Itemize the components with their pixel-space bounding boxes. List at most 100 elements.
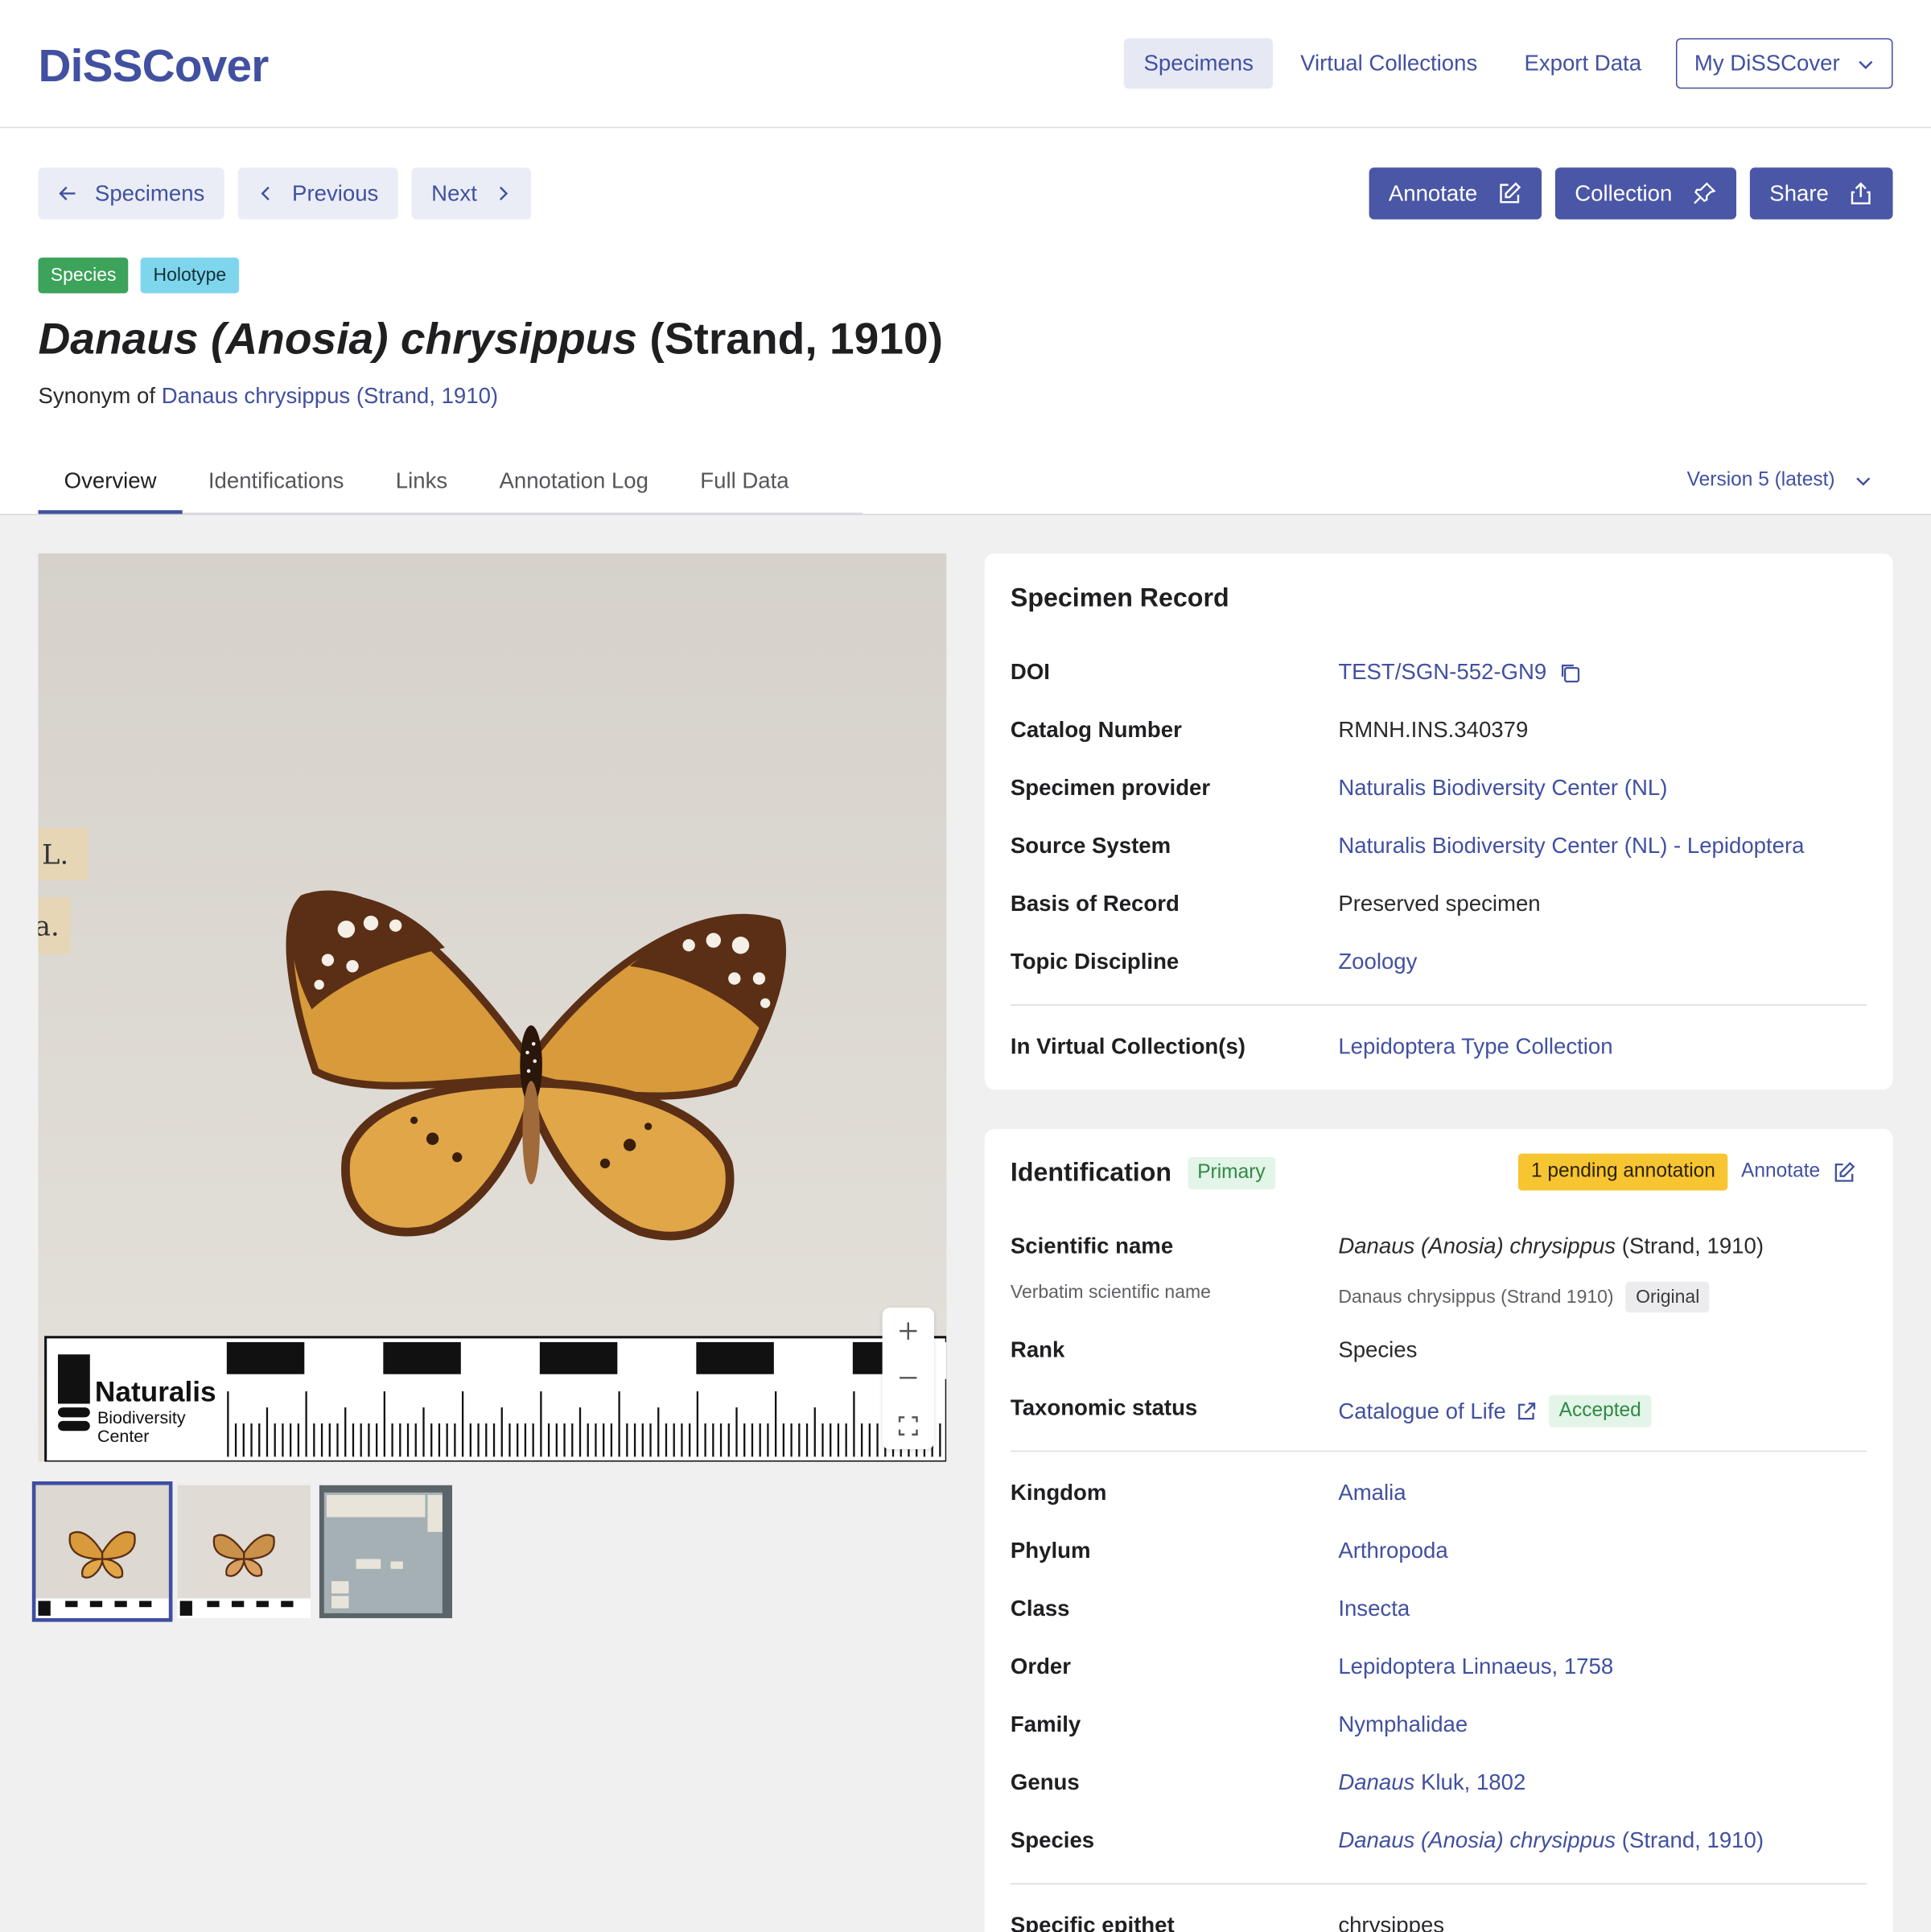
provider-row: Specimen provider Naturalis Biodiversity… — [1011, 775, 1867, 801]
collection-button[interactable]: Collection — [1554, 167, 1736, 220]
main-nav: Specimens Virtual Collections Export Dat… — [1124, 38, 1893, 89]
holotype-badge: Holotype — [141, 257, 239, 294]
specific-epithet-row: Specific epithet chrysippes — [1011, 1913, 1867, 1932]
edit-icon — [1500, 182, 1521, 204]
phylum-label: Phylum — [1010, 1538, 1091, 1563]
specimen-image-viewer[interactable]: L. a. — [38, 553, 947, 1462]
doi-row: DOI TEST/SGN-552-GN9 — [1011, 659, 1867, 685]
identification-annotate-link[interactable]: Annotate — [1741, 1160, 1856, 1184]
tab-annotation-log[interactable]: Annotation Log — [473, 468, 674, 514]
basis-of-record-value: Preserved specimen — [1338, 891, 1541, 916]
version-selector[interactable]: Version 5 (latest) — [1687, 470, 1872, 492]
class-row: Class Insecta — [1011, 1596, 1867, 1621]
synonym-link[interactable]: Danaus chrysippus (Strand, 1910) — [162, 383, 498, 408]
share-icon — [1851, 182, 1871, 204]
my-disscover-dropdown[interactable]: My DiSSCover — [1675, 38, 1893, 89]
tab-links[interactable]: Links — [370, 468, 474, 514]
topic-discipline-label: Topic Discipline — [1010, 949, 1180, 974]
source-system-label: Source System — [1010, 833, 1171, 858]
species-row: Species Danaus (Anosia) chrysippus (Stra… — [1011, 1827, 1867, 1853]
phylum-link[interactable]: Arthropoda — [1338, 1538, 1447, 1563]
synonym-line: Synonym of Danaus chrysippus (Strand, 19… — [38, 383, 498, 409]
topic-discipline-link[interactable]: Zoology — [1338, 949, 1417, 974]
verbatim-name-label: Verbatim scientific name — [1010, 1281, 1211, 1303]
pending-annotation-badge[interactable]: 1 pending annotation — [1518, 1153, 1728, 1191]
species-author: (Strand, 1910) — [1621, 1827, 1764, 1852]
title-scientific-name: Danaus (Anosia) chrysippus — [38, 313, 638, 364]
divider — [1010, 1450, 1867, 1452]
nav-virtual-collections[interactable]: Virtual Collections — [1281, 38, 1497, 89]
source-system-row: Source System Naturalis Biodiversity Cen… — [1011, 833, 1867, 859]
divider — [1010, 1004, 1867, 1006]
species-link[interactable]: Danaus (Anosia) chrysippus (Strand, 1910… — [1338, 1827, 1764, 1853]
my-disscover-label: My DiSSCover — [1694, 50, 1840, 76]
class-link[interactable]: Insecta — [1338, 1596, 1410, 1621]
thumbnail-1[interactable] — [31, 1481, 173, 1622]
scientific-name-value: Danaus (Anosia) chrysippus (Strand, 1910… — [1338, 1234, 1764, 1259]
share-button[interactable]: Share — [1749, 167, 1893, 220]
zoom-controls — [882, 1308, 934, 1450]
title-author: (Strand, 1910) — [649, 313, 943, 364]
scientific-name-author: (Strand, 1910) — [1621, 1234, 1764, 1258]
verbatim-name-text: Danaus chrysippus (Strand 1910) — [1338, 1286, 1614, 1308]
catalogue-of-life-link[interactable]: Catalogue of Life — [1338, 1399, 1537, 1424]
annotate-button[interactable]: Annotate — [1369, 167, 1542, 220]
taxonomic-status-row: Taxonomic status Catalogue of Life Accep… — [1011, 1394, 1867, 1427]
thumbnail-3[interactable] — [319, 1485, 453, 1618]
catalogue-of-life-label: Catalogue of Life — [1338, 1398, 1506, 1423]
order-row: Order Lepidoptera Linnaeus, 1758 — [1011, 1654, 1867, 1679]
catalog-number-row: Catalog Number RMNH.INS.340379 — [1011, 717, 1867, 743]
genus-author: Kluk, 1802 — [1421, 1769, 1526, 1795]
rank-label: Rank — [1010, 1337, 1065, 1362]
source-system-link[interactable]: Naturalis Biodiversity Center (NL) - Lep… — [1338, 833, 1804, 859]
pin-icon — [1694, 182, 1716, 204]
logo[interactable]: DiSSCover — [38, 41, 269, 93]
next-button[interactable]: Next — [411, 167, 532, 220]
nav-specimens[interactable]: Specimens — [1124, 38, 1274, 89]
thumbnail-image — [35, 1485, 169, 1618]
annotate-label: Annotate — [1388, 180, 1478, 206]
tab-identifications[interactable]: Identifications — [183, 468, 370, 514]
doi-value[interactable]: TEST/SGN-552-GN9 — [1338, 659, 1581, 685]
tab-full-data[interactable]: Full Data — [674, 468, 815, 514]
tab-overview[interactable]: Overview — [38, 468, 183, 514]
zoom-out-icon[interactable] — [897, 1367, 920, 1390]
previous-button[interactable]: Previous — [237, 167, 398, 220]
fullscreen-icon[interactable] — [897, 1415, 920, 1437]
chevron-down-icon — [1859, 60, 1873, 69]
class-label: Class — [1010, 1596, 1070, 1621]
rank-value: Species — [1338, 1337, 1418, 1362]
chevron-down-icon — [1856, 477, 1871, 486]
previous-label: Previous — [292, 180, 379, 206]
virtual-collection-link[interactable]: Lepidoptera Type Collection — [1338, 1034, 1612, 1060]
family-label: Family — [1010, 1712, 1081, 1737]
order-link[interactable]: Lepidoptera Linnaeus, 1758 — [1338, 1654, 1613, 1679]
topic-discipline-row: Topic Discipline Zoology — [1011, 949, 1867, 974]
provider-link[interactable]: Naturalis Biodiversity Center (NL) — [1338, 775, 1667, 801]
catalog-number-value: RMNH.INS.340379 — [1338, 717, 1529, 743]
nav-export-data[interactable]: Export Data — [1505, 38, 1661, 89]
taxonomic-status-value: Catalogue of Life Accepted — [1338, 1394, 1652, 1427]
primary-badge: Primary — [1187, 1157, 1275, 1189]
top-bar: DiSSCover Specimens Virtual Collections … — [0, 0, 1931, 129]
basis-of-record-label: Basis of Record — [1010, 891, 1180, 916]
genus-label: Genus — [1010, 1769, 1080, 1795]
kingdom-link[interactable]: Amalia — [1338, 1480, 1406, 1506]
genus-link[interactable]: Danaus Kluk, 1802 — [1338, 1769, 1525, 1795]
family-link[interactable]: Nymphalidae — [1338, 1712, 1468, 1737]
thumbnail-2[interactable] — [177, 1485, 311, 1618]
badges: Species Holotype — [38, 257, 239, 294]
verbatim-name-value: Danaus chrysippus (Strand 1910) Original — [1338, 1281, 1710, 1313]
version-label: Version 5 (latest) — [1686, 469, 1835, 491]
identification-title: Identification — [1010, 1158, 1172, 1187]
family-row: Family Nymphalidae — [1011, 1712, 1867, 1737]
navigation-buttons: Specimens Previous Next — [38, 167, 532, 220]
zoom-in-icon[interactable] — [897, 1320, 920, 1343]
virtual-collection-label: In Virtual Collection(s) — [1010, 1034, 1245, 1059]
edit-icon — [1834, 1161, 1855, 1181]
catalog-number-label: Catalog Number — [1010, 717, 1182, 743]
genus-italic: Danaus — [1338, 1769, 1415, 1795]
copy-icon[interactable] — [1559, 661, 1582, 684]
back-to-specimens-button[interactable]: Specimens — [38, 167, 224, 220]
next-label: Next — [431, 180, 477, 206]
